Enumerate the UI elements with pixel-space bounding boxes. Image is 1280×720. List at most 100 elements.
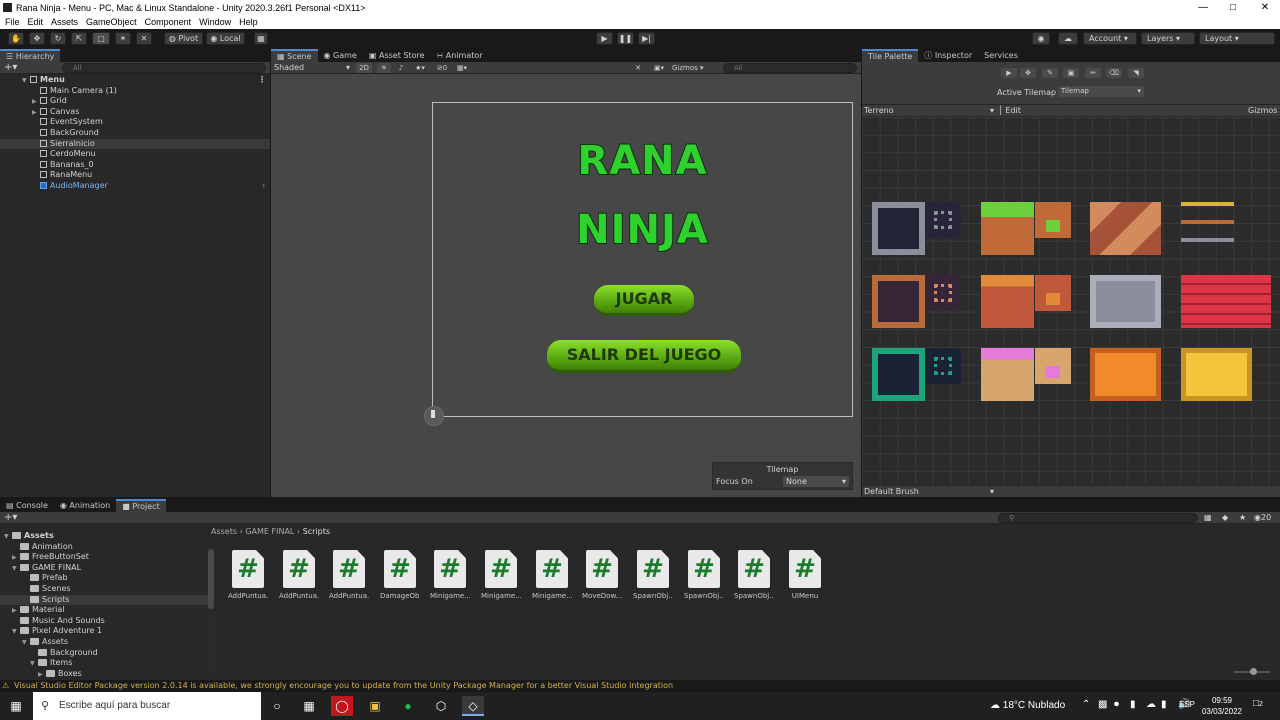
tree-item[interactable]: ▼ GAME FINAL [0, 563, 208, 574]
script-asset[interactable]: # AddPuntua... [228, 550, 268, 600]
tab-hierarchy[interactable]: ☰ Hierarchy [0, 49, 61, 62]
script-asset[interactable]: # MoveDow... [582, 550, 622, 600]
project-search-input[interactable]: ⚲ [998, 513, 1198, 523]
script-asset[interactable]: # Minigame... [430, 550, 470, 600]
palette-edit-button[interactable]: │ Edit [998, 106, 1021, 116]
script-asset[interactable]: # DamageOb... [380, 550, 420, 600]
tree-item[interactable]: ▶ FreeButtonSet [0, 552, 208, 563]
transform-tool-icon[interactable]: ✶ [115, 32, 131, 45]
mode-2d-toggle[interactable]: 2D [356, 63, 372, 73]
hidden-objects-icon[interactable]: ⊘0 [433, 63, 451, 73]
tree-item[interactable]: ▼ Assets [0, 637, 208, 648]
spotify-icon[interactable]: ● [397, 696, 419, 716]
tray-chevron-icon[interactable]: ⌃ [1082, 699, 1090, 710]
focus-on-dropdown[interactable]: None ▾ [783, 476, 849, 487]
palette-gizmos-button[interactable]: Gizmos [1248, 106, 1277, 116]
script-asset[interactable]: # AddPuntua... [329, 550, 369, 600]
tree-item[interactable]: Prefab [0, 573, 208, 584]
lighting-icon[interactable]: ☀ [377, 63, 391, 73]
task-view-icon[interactable]: ▦ [298, 696, 320, 716]
layout-dropdown[interactable]: Layout ▾ [1199, 32, 1275, 45]
script-asset[interactable]: # SpawnObj... [734, 550, 774, 600]
chevron-right-icon[interactable]: › [262, 181, 265, 192]
clock[interactable]: 09:59 03/03/2022 [1200, 695, 1244, 717]
tab-inspector[interactable]: ⓘ Inspector [918, 49, 978, 62]
microphone-icon[interactable]: ⏺ [1114, 699, 1119, 710]
local-toggle[interactable]: ◉ Local [206, 32, 245, 45]
select-tool-icon[interactable]: ▶ [1001, 68, 1017, 78]
palette-dropdown[interactable]: Terreno ▾ [864, 106, 994, 116]
battery-icon[interactable]: ▮ [1130, 699, 1136, 710]
breadcrumb-scripts[interactable]: Scripts [303, 527, 330, 536]
tree-item[interactable]: Scenes [0, 584, 208, 595]
play-game-button[interactable]: JUGAR [594, 285, 694, 316]
file-explorer-icon[interactable]: ▣ [364, 696, 386, 716]
pause-button[interactable]: ❚❚ [617, 32, 634, 45]
brush-dropdown[interactable]: Default Brush ▾ [864, 486, 994, 497]
tree-item[interactable]: Animation [0, 542, 208, 553]
tree-item[interactable]: ▼ Items [0, 658, 208, 669]
tab-services[interactable]: Services [978, 49, 1024, 62]
exit-game-button[interactable]: SALIR DEL JUEGO [547, 340, 741, 373]
menu-component[interactable]: Component [145, 17, 192, 27]
account-dropdown[interactable]: Account ▾ [1083, 32, 1137, 45]
custom-tool-icon[interactable]: ✕ [136, 32, 152, 45]
icon-size-slider[interactable] [1234, 668, 1270, 675]
snap-icon[interactable]: ▦ [254, 32, 268, 45]
play-button[interactable]: ▶ [596, 32, 613, 45]
hierarchy-item[interactable]: Bananas_0 [0, 160, 270, 171]
hierarchy-item[interactable]: BackGround [0, 128, 270, 139]
menu-edit[interactable]: Edit [28, 17, 44, 27]
hierarchy-item-prefab[interactable]: AudioManager › [0, 181, 270, 192]
filter-label-icon[interactable]: ◆ [1222, 513, 1228, 522]
tab-project[interactable]: ■ Project [116, 499, 166, 512]
tab-animator[interactable]: ∺ Animator [431, 49, 489, 62]
menu-help[interactable]: Help [239, 17, 258, 27]
tree-item[interactable]: ▶ Material [0, 605, 208, 616]
status-message[interactable]: Visual Studio Editor Package version 2.0… [14, 681, 673, 690]
unity-editor-icon[interactable]: ◇ [462, 696, 484, 716]
add-object-button[interactable]: +▾ [4, 62, 17, 73]
minimize-button[interactable]: — [1188, 0, 1218, 15]
move-tile-icon[interactable]: ✥ [1020, 68, 1036, 78]
step-button[interactable]: ▶| [638, 32, 655, 45]
filter-type-icon[interactable]: ▦ [1204, 513, 1212, 522]
opera-icon[interactable]: ◯ [331, 696, 353, 716]
shading-dropdown[interactable]: Shaded ▾ [274, 63, 350, 73]
tree-item[interactable]: ▼ Pixel Adventure 1 [0, 626, 208, 637]
tab-game[interactable]: ◉ Game [318, 49, 363, 62]
create-asset-button[interactable]: +▾ [4, 512, 17, 523]
tree-item[interactable]: ▶ Boxes [0, 669, 208, 679]
tree-scrollbar[interactable] [208, 549, 214, 677]
box-fill-icon[interactable]: ▣ [1063, 68, 1079, 78]
hierarchy-search-input[interactable]: All [62, 63, 266, 73]
hierarchy-item[interactable]: Main Camera (1) [0, 86, 270, 97]
hierarchy-item[interactable]: CerdoMenu [0, 149, 270, 160]
menu-file[interactable]: File [5, 17, 20, 27]
script-asset[interactable]: # Minigame... [481, 550, 521, 600]
cloud-icon[interactable]: ☁ [1058, 32, 1078, 45]
language-indicator[interactable]: ESP [1179, 700, 1195, 709]
weather-widget[interactable]: ☁ 18°C Nublado [990, 700, 1065, 711]
picker-icon[interactable]: ✏ [1085, 68, 1101, 78]
fill-icon[interactable]: ◥ [1128, 68, 1144, 78]
breadcrumb-game-final[interactable]: GAME FINAL [245, 527, 294, 536]
scene-search-input[interactable]: All [723, 63, 857, 73]
tray-device-icon[interactable]: ▩ [1098, 699, 1107, 710]
effects-icon[interactable]: ★▾ [411, 63, 429, 73]
hierarchy-item[interactable]: ▶ Canvas [0, 107, 270, 118]
script-asset[interactable]: # SpawnObj... [684, 550, 724, 600]
tab-tile-palette[interactable]: Tile Palette [862, 49, 919, 62]
windows-start-icon[interactable]: ▦ [5, 696, 27, 716]
scene-menu-icon[interactable]: ⋮ [258, 75, 266, 86]
audio-icon[interactable]: ♪ [394, 63, 408, 73]
rect-tool-icon[interactable]: ▢ [92, 32, 110, 45]
favorite-icon[interactable]: ★ [1239, 513, 1246, 522]
grid-icon[interactable]: ▦▾ [454, 63, 470, 73]
tab-animation[interactable]: ◉ Animation [54, 499, 116, 512]
notifications-icon[interactable]: □2 [1253, 698, 1263, 709]
script-asset[interactable]: # AddPuntua... [279, 550, 319, 600]
hierarchy-item[interactable]: SierraInicio [0, 138, 270, 150]
hierarchy-item[interactable]: RanaMenu [0, 170, 270, 181]
hierarchy-item[interactable]: EventSystem [0, 117, 270, 128]
